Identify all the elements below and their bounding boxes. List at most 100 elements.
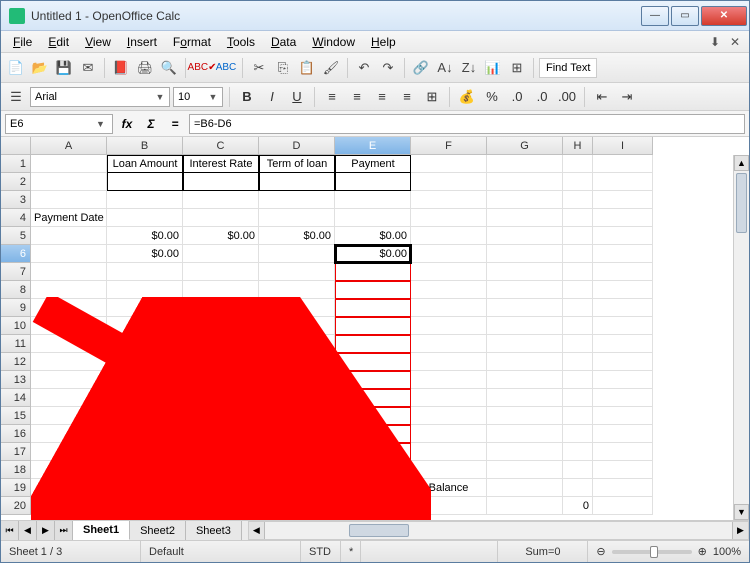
column-header-G[interactable]: G — [487, 137, 563, 155]
navigator-button[interactable]: ⊞ — [506, 57, 528, 79]
undo-button[interactable]: ↶ — [353, 57, 375, 79]
cell-F19[interactable]: Balance — [411, 479, 487, 497]
cell-C20[interactable] — [183, 497, 259, 515]
cell-F15[interactable] — [411, 407, 487, 425]
cell-E13[interactable] — [335, 371, 411, 389]
cell-A13[interactable] — [31, 371, 107, 389]
row-header-6[interactable]: 6 — [1, 245, 31, 263]
cell-A15[interactable] — [31, 407, 107, 425]
cell-F5[interactable] — [411, 227, 487, 245]
autospell-button[interactable]: ABC — [215, 57, 237, 79]
cell-C14[interactable] — [183, 389, 259, 407]
redo-button[interactable]: ↷ — [377, 57, 399, 79]
cell-F6[interactable] — [411, 245, 487, 263]
cell-E19[interactable]: Deposit — [335, 479, 411, 497]
cell-E5[interactable]: $0.00 — [335, 227, 411, 245]
cell-B14[interactable] — [107, 389, 183, 407]
cell-E20[interactable] — [335, 497, 411, 515]
cell-F12[interactable] — [411, 353, 487, 371]
cell-G10[interactable] — [487, 317, 563, 335]
cell-C2[interactable] — [183, 173, 259, 191]
equals-button[interactable]: = — [165, 114, 185, 134]
underline-button[interactable]: U — [286, 86, 308, 108]
cell-D3[interactable] — [259, 191, 335, 209]
cell-H20[interactable]: 0 — [563, 497, 593, 515]
cell-G18[interactable] — [487, 461, 563, 479]
new-button[interactable]: 📄 — [5, 57, 27, 79]
menu-window[interactable]: Window — [306, 33, 361, 51]
format-paintbrush-button[interactable]: 🖌 — [320, 57, 342, 79]
cell-C18[interactable] — [183, 461, 259, 479]
cell-C9[interactable] — [183, 299, 259, 317]
cell-H15[interactable] — [563, 407, 593, 425]
minimize-button[interactable]: — — [641, 6, 669, 26]
cell-D6[interactable] — [259, 245, 335, 263]
cell-B7[interactable] — [107, 263, 183, 281]
cell-C17[interactable] — [183, 443, 259, 461]
cell-C4[interactable] — [183, 209, 259, 227]
cell-D17[interactable] — [259, 443, 335, 461]
cell-D10[interactable] — [259, 317, 335, 335]
cell-C3[interactable] — [183, 191, 259, 209]
cell-G15[interactable] — [487, 407, 563, 425]
cell-E7[interactable] — [335, 263, 411, 281]
zoom-in-icon[interactable]: ⊕ — [698, 545, 707, 558]
cell-A6[interactable] — [31, 245, 107, 263]
cell-E14[interactable] — [335, 389, 411, 407]
cell-A4[interactable]: Payment Date — [31, 209, 107, 227]
horizontal-scrollbar[interactable]: ◀ ▶ — [248, 521, 749, 540]
prev-sheet-button[interactable]: ◀ — [19, 521, 37, 540]
update-icon[interactable]: ⬇ — [707, 34, 723, 50]
cell-C12[interactable] — [183, 353, 259, 371]
cell-A11[interactable] — [31, 335, 107, 353]
cell-G2[interactable] — [487, 173, 563, 191]
cell-F14[interactable] — [411, 389, 487, 407]
cell-I3[interactable] — [593, 191, 653, 209]
align-justify-button[interactable]: ≡ — [396, 86, 418, 108]
cell-C11[interactable] — [183, 335, 259, 353]
cell-C16[interactable] — [183, 425, 259, 443]
cell-F13[interactable] — [411, 371, 487, 389]
cell-A5[interactable] — [31, 227, 107, 245]
cell-A19[interactable] — [31, 479, 107, 497]
currency-button[interactable]: 💰 — [456, 86, 478, 108]
cell-I1[interactable] — [593, 155, 653, 173]
cell-B20[interactable] — [107, 497, 183, 515]
hyperlink-button[interactable]: 🔗 — [410, 57, 432, 79]
cell-F17[interactable] — [411, 443, 487, 461]
cell-D16[interactable] — [259, 425, 335, 443]
status-sum[interactable]: Sum=0 — [498, 541, 588, 562]
cell-I19[interactable] — [593, 479, 653, 497]
cell-B9[interactable] — [107, 299, 183, 317]
cell-B19[interactable]: Transaction date — [107, 479, 183, 497]
cell-I11[interactable] — [593, 335, 653, 353]
row-header-4[interactable]: 4 — [1, 209, 31, 227]
cell-B8[interactable] — [107, 281, 183, 299]
cell-A12[interactable] — [31, 353, 107, 371]
scroll-right-button[interactable]: ▶ — [732, 522, 748, 539]
cell-G8[interactable] — [487, 281, 563, 299]
cell-C10[interactable] — [183, 317, 259, 335]
cell-D9[interactable] — [259, 299, 335, 317]
email-button[interactable]: ✉ — [77, 57, 99, 79]
cell-B12[interactable] — [107, 353, 183, 371]
cell-I16[interactable] — [593, 425, 653, 443]
cell-C6[interactable] — [183, 245, 259, 263]
row-header-10[interactable]: 10 — [1, 317, 31, 335]
cell-H11[interactable] — [563, 335, 593, 353]
cell-I15[interactable] — [593, 407, 653, 425]
menu-view[interactable]: View — [79, 33, 117, 51]
cell-F2[interactable] — [411, 173, 487, 191]
cell-I18[interactable] — [593, 461, 653, 479]
cell-I8[interactable] — [593, 281, 653, 299]
decrease-indent-button[interactable]: ⇤ — [591, 86, 613, 108]
preview-button[interactable]: 🔍 — [158, 57, 180, 79]
column-header-H[interactable]: H — [563, 137, 593, 155]
cell-H12[interactable] — [563, 353, 593, 371]
column-header-I[interactable]: I — [593, 137, 653, 155]
formula-input[interactable]: =B6-D6 — [189, 114, 745, 134]
menu-file[interactable]: File — [7, 33, 38, 51]
column-header-F[interactable]: F — [411, 137, 487, 155]
vertical-scrollbar[interactable]: ▲ ▼ — [733, 155, 749, 520]
column-header-E[interactable]: E — [335, 137, 411, 155]
